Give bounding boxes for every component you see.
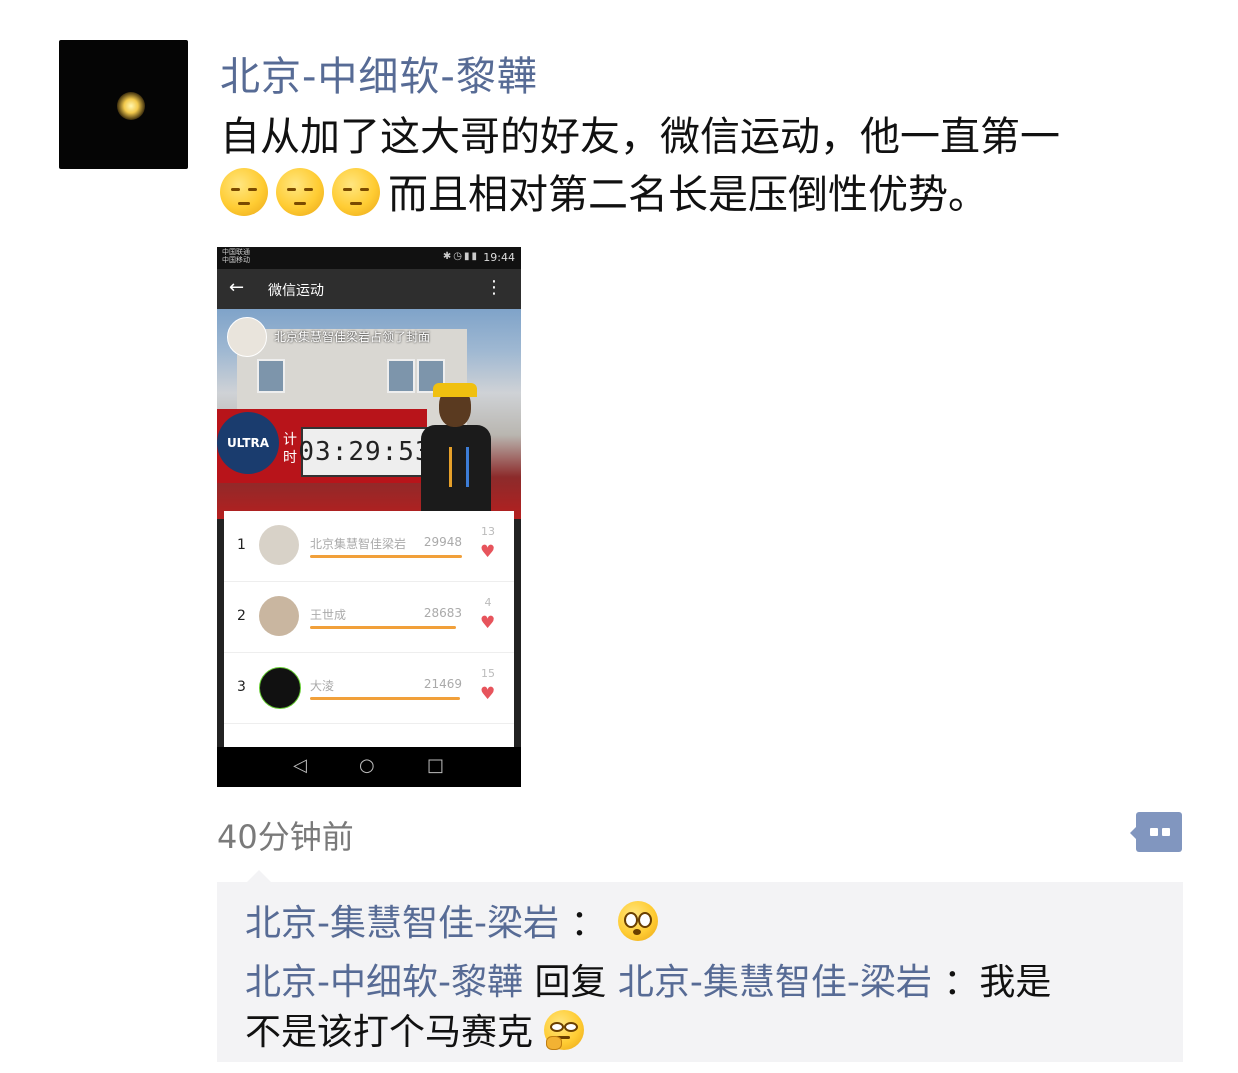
pensive-face-icon: [220, 168, 268, 216]
nav-back-icon: ◁: [293, 755, 307, 776]
rank-avatar: [259, 525, 299, 565]
rank-name: 北京集慧智佳梁岩: [310, 537, 407, 551]
rank-name: 王世成: [310, 608, 347, 622]
comment-button[interactable]: [1130, 812, 1182, 852]
ranking-list: 1 北京集慧智佳梁岩 29948 13 ♥ 2 王世成 28683 4 ♥ 3 …: [224, 511, 514, 747]
back-arrow-icon: ←: [229, 277, 245, 298]
ranking-row: 2 王世成 28683 4 ♥: [224, 582, 514, 653]
rank-number: 1: [237, 537, 246, 553]
comment-item[interactable]: 北京-集慧智佳-梁岩 ：: [245, 894, 658, 946]
cover-owner-avatar: [227, 317, 267, 357]
rank-steps: 21469: [423, 677, 462, 691]
moon-image: [117, 92, 145, 120]
post-timestamp: 40分钟前: [217, 818, 354, 856]
author-avatar[interactable]: [59, 40, 188, 169]
pensive-face-icon: [276, 168, 324, 216]
thinking-face-icon: [544, 1010, 585, 1050]
rank-name: 大淩: [310, 679, 335, 693]
post-text-line2-wrap: 而且相对第二名长是压倒性优势。: [220, 166, 1160, 224]
ranking-row: 3 大淩 21469 15 ♥: [224, 653, 514, 724]
comment-item[interactable]: 北京-中细软-黎韡 回复 北京-集慧智佳-梁岩 ：我是 不是该打个马赛克: [245, 958, 1165, 1058]
rank-avatar: [259, 596, 299, 636]
ultra-logo: ULTRA: [217, 412, 279, 474]
heart-icon: ♥: [480, 542, 496, 562]
post-image-screenshot[interactable]: 中国联通 中国移动 ✱◷▮▮ 19:44 ← 微信运动 ⋮ ULTRA 计时 0…: [217, 247, 521, 787]
status-icons: ✱◷▮▮: [442, 251, 479, 262]
nav-home-icon: ○: [359, 755, 375, 776]
heart-icon: ♥: [480, 684, 496, 704]
rank-avatar: [259, 667, 301, 709]
rank-steps: 29948: [423, 535, 462, 549]
reply-label: 回复: [534, 962, 607, 1003]
like-count: 13: [481, 525, 495, 538]
carrier-label: 中国联通 中国移动: [222, 248, 250, 264]
rank-number: 3: [237, 679, 246, 695]
commenter-name[interactable]: 北京-中细软-黎韡: [245, 962, 523, 1003]
like-count: 15: [481, 667, 495, 680]
pensive-face-icon: [332, 168, 380, 216]
steps-bar: [310, 697, 460, 700]
timer-label: 计时: [283, 432, 297, 466]
status-bar: 中国联通 中国移动 ✱◷▮▮ 19:44: [217, 247, 521, 269]
heart-icon: ♥: [480, 613, 496, 633]
comment-dots-icon: [1136, 812, 1182, 852]
rank-number: 2: [237, 608, 246, 624]
post-author-name[interactable]: 北京-中细软-黎韡: [220, 44, 538, 102]
status-time: 19:44: [483, 251, 515, 264]
commenter-name[interactable]: 北京-集慧智佳-梁岩: [245, 903, 559, 944]
comment-separator: ：: [570, 903, 607, 944]
comment-text-part1: ：我是: [943, 962, 1052, 1003]
app-title: 微信运动: [268, 283, 324, 299]
nav-recents-icon: □: [427, 755, 445, 776]
app-bar: ← 微信运动 ⋮: [217, 269, 521, 309]
cover-caption: 北京集慧智佳梁岩占领了封面: [274, 330, 431, 344]
cover-photo: ULTRA 计时 03:29:53 北京集慧智佳梁岩占领了封面: [217, 309, 521, 521]
runner-photo: [413, 379, 499, 521]
post-text-line2: 而且相对第二名长是压倒性优势。: [388, 172, 988, 218]
post-text: 自从加了这大哥的好友，微信运动，他一直第一 而且相对第二名长是压倒性优势。: [220, 108, 1160, 224]
ranking-row: 1 北京集慧智佳梁岩 29948 13 ♥: [224, 511, 514, 582]
more-menu-icon: ⋮: [485, 277, 503, 298]
steps-bar: [310, 626, 456, 629]
race-timer: 03:29:53: [298, 427, 431, 477]
like-count: 4: [484, 596, 492, 609]
shocked-face-icon: [617, 901, 658, 941]
android-nav-bar: ◁ ○ □: [217, 747, 521, 787]
comments-panel: 北京-集慧智佳-梁岩 ： 北京-中细软-黎韡 回复 北京-集慧智佳-梁岩 ：我是…: [217, 870, 1183, 1062]
reply-target-name[interactable]: 北京-集慧智佳-梁岩: [618, 962, 932, 1003]
post-text-line1: 自从加了这大哥的好友，微信运动，他一直第一: [220, 114, 1060, 160]
comment-text-part2: 不是该打个马赛克: [245, 1012, 534, 1053]
rank-steps: 28683: [423, 606, 462, 620]
steps-bar: [310, 555, 462, 558]
comments-pointer: [247, 870, 271, 882]
